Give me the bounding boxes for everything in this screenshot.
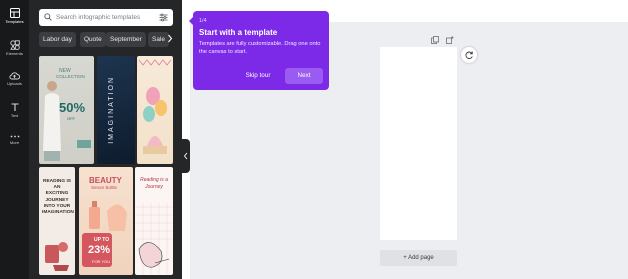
template-card[interactable]: BEAUTY Serum Bottle UP TO 23% FOR YOU <box>79 167 133 275</box>
cloud-upload-icon <box>9 72 20 80</box>
template-card[interactable]: READING IS AN EXCITING JOURNEY INTO YOUR… <box>39 167 75 275</box>
model-illustration <box>43 81 91 161</box>
side-rail: Templates Elements Uploads Text More <box>0 0 29 279</box>
rail-item-uploads[interactable]: Uploads <box>0 71 29 86</box>
filter-icon[interactable] <box>159 13 168 22</box>
text-icon <box>11 103 18 111</box>
shapes-icon <box>9 40 20 50</box>
design-page[interactable] <box>380 47 457 240</box>
template-card[interactable] <box>137 56 173 164</box>
tour-title: Start with a template <box>199 28 278 37</box>
balloons-illustration <box>138 59 172 154</box>
rail-label-more: More <box>9 140 20 145</box>
add-page-button[interactable]: + Add page <box>380 250 457 266</box>
chip-sale[interactable]: Sale <box>148 32 170 47</box>
rail-label-uploads: Uploads <box>7 81 22 86</box>
panel-collapse-handle[interactable] <box>182 139 190 173</box>
layout-icon <box>9 8 20 18</box>
next-button[interactable]: Next <box>285 68 323 84</box>
chip-labor-day[interactable]: Labor day <box>39 32 76 47</box>
chevron-right-icon[interactable] <box>167 34 173 43</box>
template-text: UP TO <box>94 237 110 243</box>
search-input[interactable] <box>56 11 154 24</box>
refresh-button[interactable] <box>461 47 477 63</box>
category-chips: Labor day Quote September Sale <box>39 32 173 47</box>
rail-label-text: Text <box>10 113 19 118</box>
more-dots-icon <box>10 135 19 138</box>
tour-popover: 1/4 Start with a template Templates are … <box>193 11 329 90</box>
rail-item-elements[interactable]: Elements <box>0 40 29 56</box>
rail-item-more[interactable]: More <box>0 134 29 145</box>
template-card[interactable]: IMAGINATION <box>97 56 135 164</box>
skip-tour-button[interactable]: Skip tour <box>238 68 278 84</box>
refresh-icon <box>465 51 473 60</box>
template-card[interactable]: NEW COLLECTION 50% OFF <box>39 56 94 164</box>
chip-september[interactable]: September <box>106 32 146 47</box>
template-text: Reading is a Journey <box>140 177 168 190</box>
duplicate-page-icon[interactable] <box>431 36 439 44</box>
tour-step-counter: 1/4 <box>199 18 207 24</box>
template-text: FOR YOU <box>92 259 111 264</box>
rail-label-elements: Elements <box>6 51 23 56</box>
template-card[interactable]: Reading is a Journey <box>135 167 173 275</box>
template-text: IMAGINATION <box>108 76 115 144</box>
rail-label-templates: Templates <box>5 19 24 24</box>
search-icon <box>44 13 52 21</box>
search-box <box>39 9 173 26</box>
template-text: 23% <box>88 244 111 256</box>
tour-body: Templates are fully customizable. Drag o… <box>199 41 321 55</box>
rail-item-text[interactable]: Text <box>0 102 29 118</box>
chevron-left-icon <box>183 152 188 160</box>
chip-quote[interactable]: Quote <box>80 32 106 47</box>
rail-item-templates[interactable]: Templates <box>0 8 29 24</box>
editor-app: Templates Elements Uploads Text More Lab… <box>0 0 628 279</box>
reader-illustration <box>45 242 69 271</box>
add-page-icon[interactable] <box>446 36 454 44</box>
templates-panel: Labor day Quote September Sale NEW COLLE… <box>29 0 182 279</box>
